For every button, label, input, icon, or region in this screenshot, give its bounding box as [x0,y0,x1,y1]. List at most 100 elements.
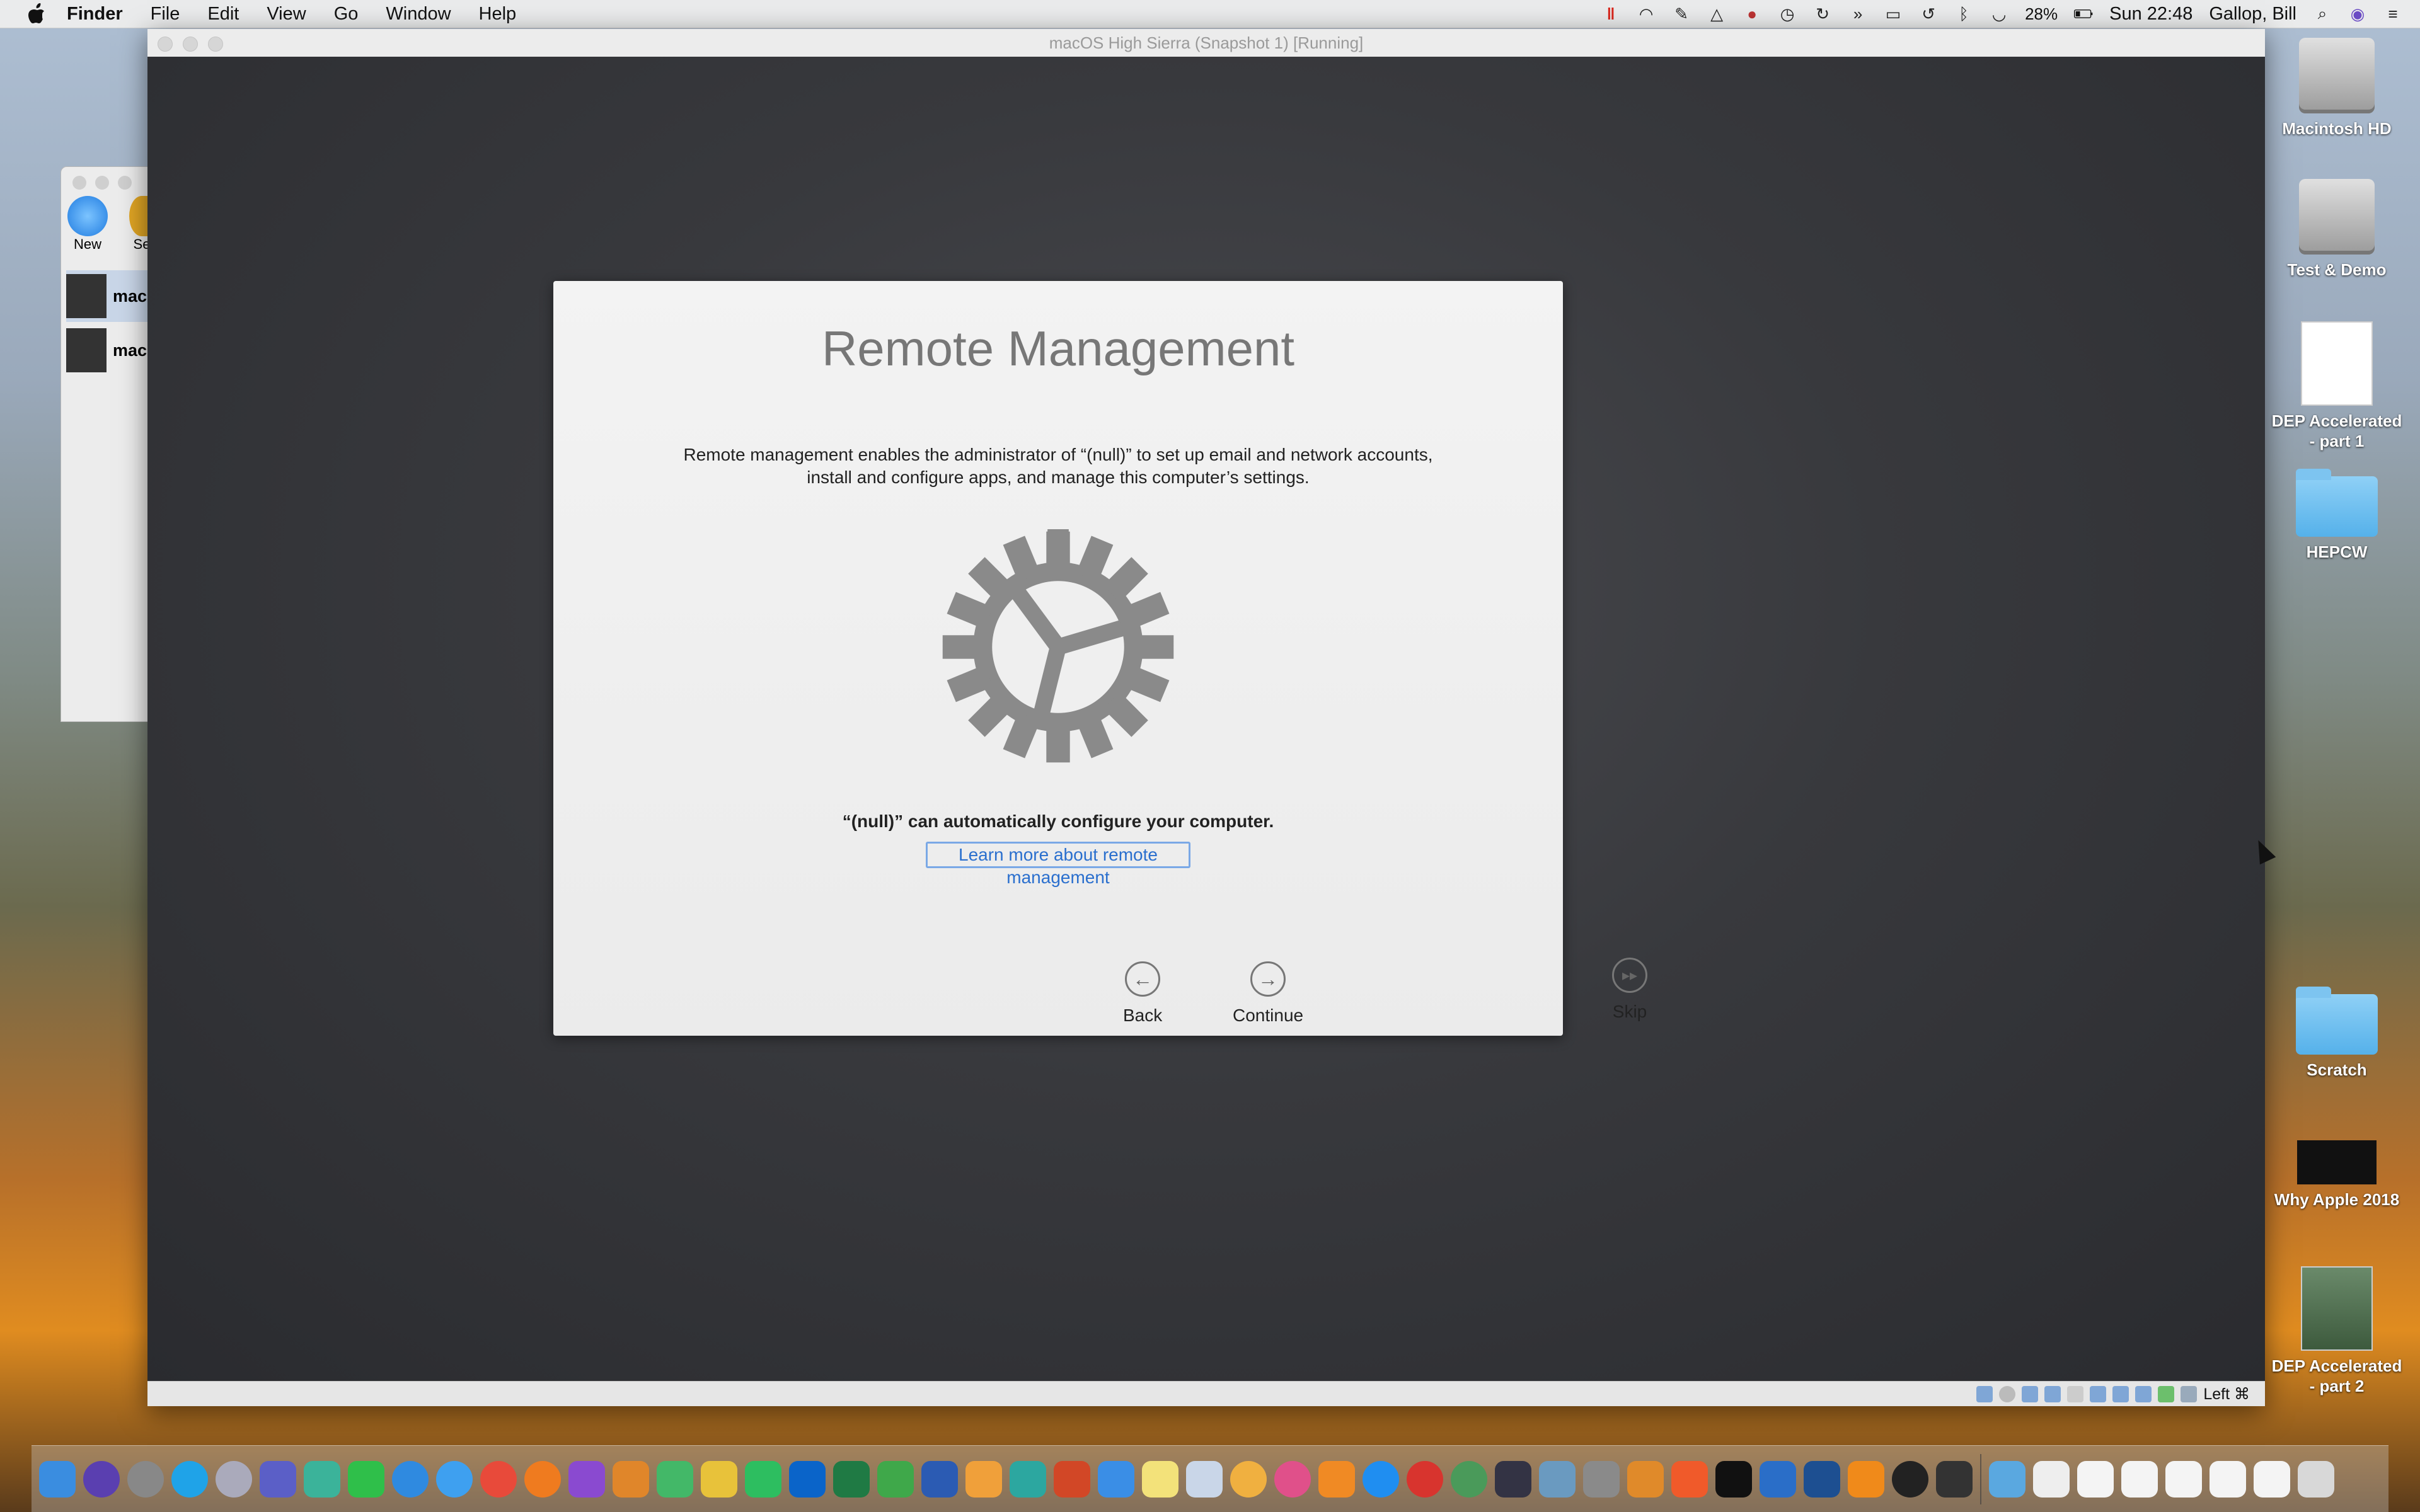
siri-icon[interactable]: ◉ [2348,4,2367,23]
evernote-icon[interactable] [745,1460,781,1498]
pinwheel-icon[interactable] [1671,1460,1708,1498]
keynote-icon[interactable] [1098,1460,1134,1498]
forward-icon[interactable]: » [1848,4,1867,23]
ibooks-icon[interactable] [1318,1460,1355,1498]
powerpoint-icon[interactable] [1054,1460,1090,1498]
document-icon[interactable] [2033,1460,2070,1498]
cpu-icon[interactable] [2135,1385,2152,1402]
disk-icon[interactable] [1976,1385,1993,1402]
stack-icon[interactable] [2077,1460,2114,1498]
menubar-user[interactable]: Gallop, Bill [2209,4,2296,25]
chrome-icon[interactable] [480,1460,517,1498]
sync-icon[interactable]: ↻ [1813,4,1832,23]
network-icon[interactable] [2022,1385,2039,1402]
menu-window[interactable]: Window [386,4,451,25]
menu-file[interactable]: File [151,4,180,25]
menu-app-finder[interactable]: Finder [67,4,123,25]
menu-go[interactable]: Go [334,4,359,25]
pinwheel-icon[interactable] [304,1460,340,1498]
teams-icon[interactable] [260,1460,296,1498]
bluetooth-icon[interactable]: ᛒ [1954,4,1973,23]
time-machine-icon[interactable]: ↺ [1919,4,1938,23]
stickies-icon[interactable] [1142,1460,1178,1498]
airplay-icon[interactable]: ▭ [1884,4,1903,23]
desktop-item-test-demo[interactable]: Test & Demo [2267,179,2406,280]
headphones-icon[interactable]: ◠ [1637,4,1656,23]
home-icon[interactable] [1627,1460,1664,1498]
sublime-icon[interactable] [613,1460,649,1498]
mouse-integration-icon[interactable] [2158,1385,2175,1402]
spotlight-icon[interactable]: ⌕ [2313,4,2332,23]
photos-icon[interactable] [1230,1460,1267,1498]
omnifocus-icon[interactable] [568,1460,605,1498]
vm-window-titlebar[interactable]: macOS High Sierra (Snapshot 1) [Running] [147,29,2265,57]
preview-icon[interactable] [1186,1460,1223,1498]
desktop-item-dep-part-2[interactable]: DEP Accelerated - part 2 [2267,1266,2406,1396]
optical-drive-icon[interactable] [1999,1385,2016,1402]
evernote-icon[interactable]: ✎ [1672,4,1691,23]
notification-center-icon[interactable]: ≡ [2383,4,2402,23]
launchpad-icon[interactable] [216,1460,252,1498]
parallels-icon[interactable]: ‖ [1601,4,1620,23]
stack-icon[interactable] [2210,1460,2246,1498]
display-icon[interactable] [2090,1385,2107,1402]
siri-icon[interactable] [83,1460,120,1498]
battery-icon[interactable] [2074,4,2093,23]
battery-percent[interactable]: 28% [2025,4,2058,24]
desktop-item-why-apple[interactable]: Why Apple 2018 [2267,1140,2406,1210]
pages-icon[interactable] [965,1460,1002,1498]
new-vm-button[interactable]: New [67,196,108,253]
wifi-icon[interactable]: ◡ [1990,4,2008,23]
self-service-icon[interactable] [1407,1460,1443,1498]
app-store-icon[interactable] [1363,1460,1399,1498]
usb-icon[interactable] [2044,1385,2061,1402]
close-icon[interactable] [158,37,173,52]
desktop-item-hepcw[interactable]: HEPCW [2267,469,2406,562]
shared-folder-icon[interactable] [2067,1385,2084,1402]
menubar-clock[interactable]: Sun 22:48 [2109,4,2192,25]
continue-button[interactable]: → Continue [1233,961,1303,1026]
zoom-icon[interactable] [118,176,132,190]
network-icon[interactable] [1451,1460,1487,1498]
numbers-icon[interactable] [877,1460,914,1498]
pencil-icon[interactable] [701,1460,737,1498]
drive-icon[interactable]: △ [1707,4,1726,23]
excel-icon[interactable] [833,1460,870,1498]
messages-icon[interactable] [436,1460,473,1498]
notes-tool-icon[interactable] [1010,1460,1046,1498]
system-preferences-icon[interactable] [127,1460,164,1498]
apple-icon[interactable] [25,3,48,25]
menu-edit[interactable]: Edit [207,4,239,25]
jamf-icon[interactable] [1495,1460,1531,1498]
time-icon[interactable]: ◷ [1778,4,1797,23]
finder-icon[interactable] [39,1460,76,1498]
vm-list-item[interactable]: mac [66,270,154,322]
close-icon[interactable] [72,176,86,190]
screens-icon[interactable] [1936,1460,1973,1498]
menu-view[interactable]: View [267,4,306,25]
back-button[interactable]: ← Back [1123,961,1162,1026]
minimize-icon[interactable] [183,37,198,52]
automator-icon[interactable] [1583,1460,1620,1498]
skype-icon[interactable] [171,1460,208,1498]
console-icon[interactable] [1539,1460,1576,1498]
skip-button[interactable]: ▸▸ Skip [1612,958,1647,1022]
safari-icon[interactable] [392,1460,429,1498]
minimize-icon[interactable] [95,176,109,190]
stack-icon[interactable] [2165,1460,2202,1498]
trash-icon[interactable] [2298,1460,2334,1498]
facetime-icon[interactable] [348,1460,384,1498]
itunes-icon[interactable] [1274,1460,1311,1498]
clock-icon[interactable] [1892,1460,1928,1498]
stack-icon[interactable] [2121,1460,2158,1498]
firefox-icon[interactable] [524,1460,561,1498]
maps-icon[interactable] [657,1460,693,1498]
vmware-icon[interactable] [1760,1460,1796,1498]
applications-folder-icon[interactable] [1989,1460,2025,1498]
word-icon[interactable] [921,1460,958,1498]
desktop-item-scratch[interactable]: Scratch [2267,987,2406,1080]
stack-icon[interactable] [2254,1460,2290,1498]
zoom-icon[interactable] [208,37,223,52]
traffic-cone-icon[interactable] [1848,1460,1884,1498]
learn-more-link[interactable]: Learn more about remote management [926,842,1190,887]
